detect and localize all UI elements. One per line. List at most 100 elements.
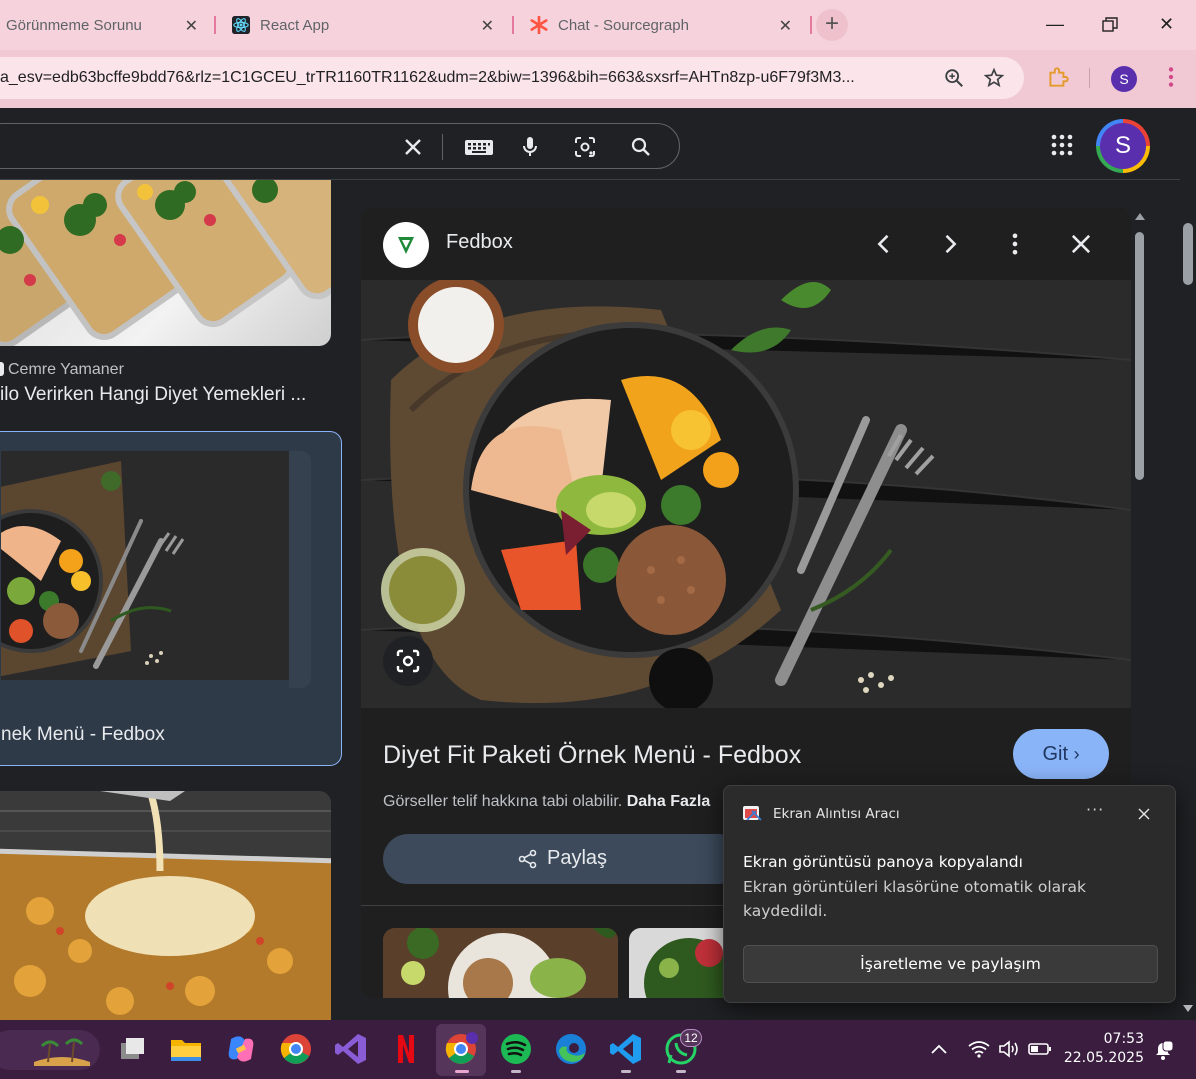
widgets-pill[interactable] xyxy=(0,1030,100,1070)
clear-search-icon[interactable] xyxy=(401,135,425,159)
keyboard-icon[interactable] xyxy=(464,135,494,159)
tab-title: React App xyxy=(260,16,330,34)
notification-bell-icon[interactable] xyxy=(1152,1039,1174,1061)
tab-gorunmeme[interactable]: Görünmeme Sorunu ✕ xyxy=(0,8,212,42)
selected-result-card[interactable]: nek Menü - Fedbox xyxy=(0,431,342,766)
more-options-icon[interactable] xyxy=(1001,230,1029,258)
search-icon[interactable] xyxy=(629,135,653,159)
result-source: Cemre Yamaner xyxy=(8,361,124,378)
url-text[interactable]: a_esv=edb63bcffe9bdd76&rlz=1C1GCEU_trTR1… xyxy=(0,69,930,87)
new-tab-button[interactable]: + xyxy=(816,9,848,41)
chevron-up-icon[interactable] xyxy=(930,1042,948,1056)
zoom-icon[interactable] xyxy=(943,67,965,89)
spotify-icon[interactable] xyxy=(498,1031,534,1067)
related-thumbnail[interactable] xyxy=(383,928,618,998)
tab-sourcegraph[interactable]: Chat - Sourcegraph ✕ xyxy=(518,8,806,42)
previous-icon[interactable] xyxy=(870,230,898,258)
extensions-icon[interactable] xyxy=(1045,64,1071,90)
casserole-image xyxy=(0,791,331,1020)
running-indicator xyxy=(455,1070,469,1073)
microphone-icon[interactable] xyxy=(518,135,542,159)
tab-react-app[interactable]: React App ✕ xyxy=(220,8,508,42)
salad-bowl-image xyxy=(361,280,1131,708)
file-explorer-icon[interactable] xyxy=(168,1031,204,1067)
bowl-image xyxy=(1,451,289,680)
chrome-icon[interactable] xyxy=(278,1031,314,1067)
visual-studio-icon[interactable] xyxy=(333,1031,369,1067)
preview-image[interactable] xyxy=(361,280,1131,708)
windows-taskbar: 12 07:53 22.05.2025 xyxy=(0,1020,1196,1079)
google-account-avatar[interactable]: S xyxy=(1096,119,1150,173)
running-indicator xyxy=(676,1070,686,1073)
page-scrollbar[interactable] xyxy=(1180,108,1196,1020)
address-bar[interactable]: a_esv=edb63bcffe9bdd76&rlz=1C1GCEU_trTR1… xyxy=(0,57,1024,99)
running-indicator xyxy=(621,1070,631,1073)
google-apps-icon[interactable] xyxy=(1050,133,1074,157)
toast-body: Ekran görüntüleri klasörüne otomatik ola… xyxy=(743,878,1086,920)
running-indicator xyxy=(511,1070,521,1073)
next-icon[interactable] xyxy=(936,230,964,258)
browser-toolbar: a_esv=edb63bcffe9bdd76&rlz=1C1GCEU_trTR1… xyxy=(0,50,1196,108)
close-icon[interactable] xyxy=(1067,230,1095,258)
volume-icon[interactable] xyxy=(998,1040,1020,1058)
close-icon[interactable]: ✕ xyxy=(185,16,198,36)
battery-icon[interactable] xyxy=(1028,1041,1052,1057)
scroll-up-icon[interactable] xyxy=(1134,211,1146,221)
thumbnail-overlay xyxy=(289,451,311,688)
related-image xyxy=(383,928,618,998)
site-name[interactable]: Fedbox xyxy=(446,231,513,254)
react-icon xyxy=(232,16,250,34)
more-menu-icon[interactable] xyxy=(1158,64,1184,90)
result-title: nek Menü - Fedbox xyxy=(1,724,165,745)
vscode-icon[interactable] xyxy=(608,1031,644,1067)
snipping-tool-notification[interactable]: Ekran Alıntısı Aracı ··· Ekran görüntüsü… xyxy=(723,785,1176,1003)
tab-separator xyxy=(512,16,514,34)
lens-icon[interactable] xyxy=(573,135,597,159)
edge-icon[interactable] xyxy=(553,1031,589,1067)
visit-button[interactable]: Git › xyxy=(1013,729,1109,779)
toast-app-name: Ekran Alıntısı Aracı xyxy=(773,806,900,822)
scroll-down-icon[interactable] xyxy=(1182,1004,1194,1014)
share-button[interactable]: Paylaş xyxy=(383,834,743,884)
preview-title[interactable]: Diyet Fit Paketi Örnek Menü - Fedbox xyxy=(383,741,801,770)
profile-avatar[interactable]: S xyxy=(1111,66,1137,92)
result-title[interactable]: ilo Verirken Hangi Diyet Yemekleri ... xyxy=(0,384,306,406)
system-clock[interactable]: 07:53 22.05.2025 xyxy=(1060,1030,1144,1068)
search-input[interactable] xyxy=(0,123,680,169)
learn-more-link[interactable]: Daha Fazla xyxy=(627,793,711,810)
close-icon[interactable] xyxy=(1137,807,1151,821)
result-thumbnail-meal-prep[interactable] xyxy=(0,180,331,346)
site-logo[interactable] xyxy=(383,222,429,268)
bookmark-star-icon[interactable] xyxy=(983,67,1005,89)
page-scroll-thumb[interactable] xyxy=(1183,223,1193,285)
meal-prep-image xyxy=(0,180,331,346)
copyright-notice: Görseller telif hakkına tabi olabilir. D… xyxy=(383,793,710,811)
sourcegraph-icon xyxy=(530,16,548,34)
visit-label: Git xyxy=(1042,743,1068,765)
result-thumbnail-casserole[interactable] xyxy=(0,791,331,1020)
snipping-tool-icon xyxy=(743,806,762,821)
preview-header: Fedbox xyxy=(361,208,1131,280)
tab-separator xyxy=(214,16,216,34)
chevron-right-icon: › xyxy=(1073,744,1080,764)
restore-icon[interactable] xyxy=(1102,17,1118,33)
wifi-icon[interactable] xyxy=(968,1040,990,1058)
markup-and-share-button[interactable]: İşaretleme ve paylaşım xyxy=(743,945,1158,983)
tab-strip: Görünmeme Sorunu ✕ React App ✕ Chat - So… xyxy=(0,0,1196,50)
google-header xyxy=(0,108,1196,180)
panel-scroll-thumb[interactable] xyxy=(1135,232,1144,480)
tab-separator xyxy=(810,16,812,34)
netflix-icon[interactable] xyxy=(388,1031,424,1067)
copilot-icon[interactable] xyxy=(223,1031,259,1067)
close-icon[interactable]: ✕ xyxy=(779,16,792,36)
close-icon[interactable]: ✕ xyxy=(481,16,494,36)
search-divider xyxy=(442,134,443,160)
chrome-profile-icon[interactable] xyxy=(443,1031,479,1067)
close-window-icon[interactable]: ✕ xyxy=(1159,14,1174,35)
minimize-icon[interactable]: — xyxy=(1046,14,1064,35)
clock-time: 07:53 xyxy=(1103,1031,1144,1047)
lens-search-button[interactable] xyxy=(383,636,433,686)
copyright-text: Görseller telif hakkına tabi olabilir. xyxy=(383,793,623,810)
toast-more-icon[interactable]: ··· xyxy=(1086,800,1104,819)
task-view-icon[interactable] xyxy=(114,1031,150,1067)
